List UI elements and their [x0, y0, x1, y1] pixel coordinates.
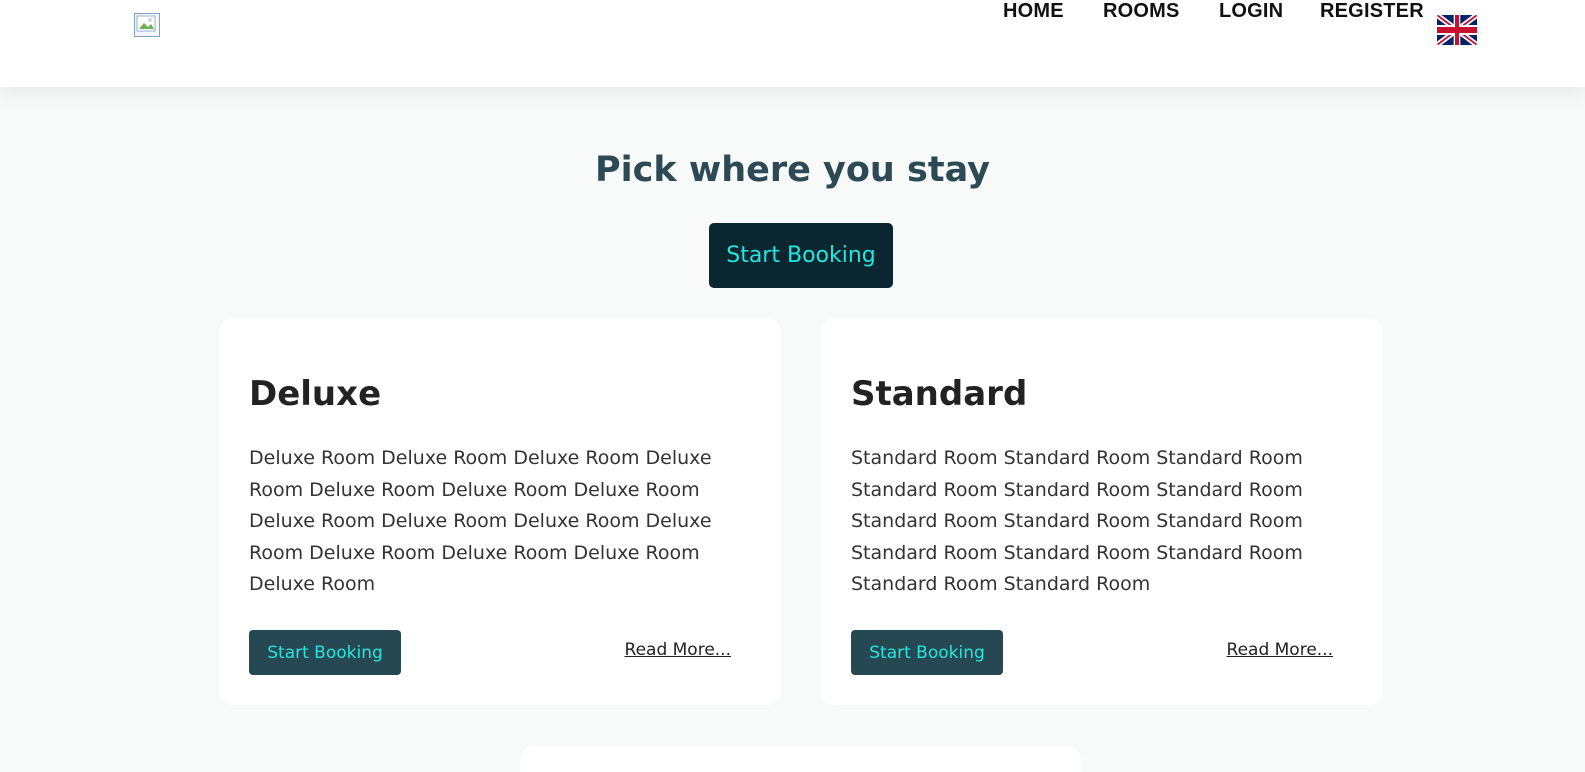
room-description: Deluxe Room Deluxe Room Deluxe Room Delu…	[249, 447, 712, 595]
navbar: HOME ROOMS LOGIN REGISTER	[0, 0, 1585, 87]
room-start-booking-button[interactable]: Start Booking	[851, 630, 1003, 675]
room-card-deluxe: Deluxe Deluxe Room Deluxe Room Deluxe Ro…	[219, 318, 781, 705]
read-more-link[interactable]: Read More...	[625, 640, 731, 660]
logo-broken-image-icon[interactable]	[134, 13, 160, 37]
nav-login[interactable]: LOGIN	[1219, 0, 1283, 23]
room-title: Deluxe	[249, 374, 382, 414]
nav-rooms[interactable]: ROOMS	[1103, 0, 1180, 23]
room-card-partial	[520, 746, 1082, 772]
read-more-link[interactable]: Read More...	[1227, 640, 1333, 660]
nav-home[interactable]: HOME	[1003, 0, 1064, 23]
room-card-standard: Standard Standard Room Standard Room Sta…	[821, 318, 1383, 705]
page-title: Pick where you stay	[595, 150, 990, 190]
room-title: Standard	[851, 374, 1028, 414]
room-description: Standard Room Standard Room Standard Roo…	[851, 447, 1303, 595]
nav-register[interactable]: REGISTER	[1320, 0, 1424, 23]
start-booking-button[interactable]: Start Booking	[709, 223, 893, 288]
uk-flag-icon[interactable]	[1437, 15, 1477, 45]
room-start-booking-button[interactable]: Start Booking	[249, 630, 401, 675]
